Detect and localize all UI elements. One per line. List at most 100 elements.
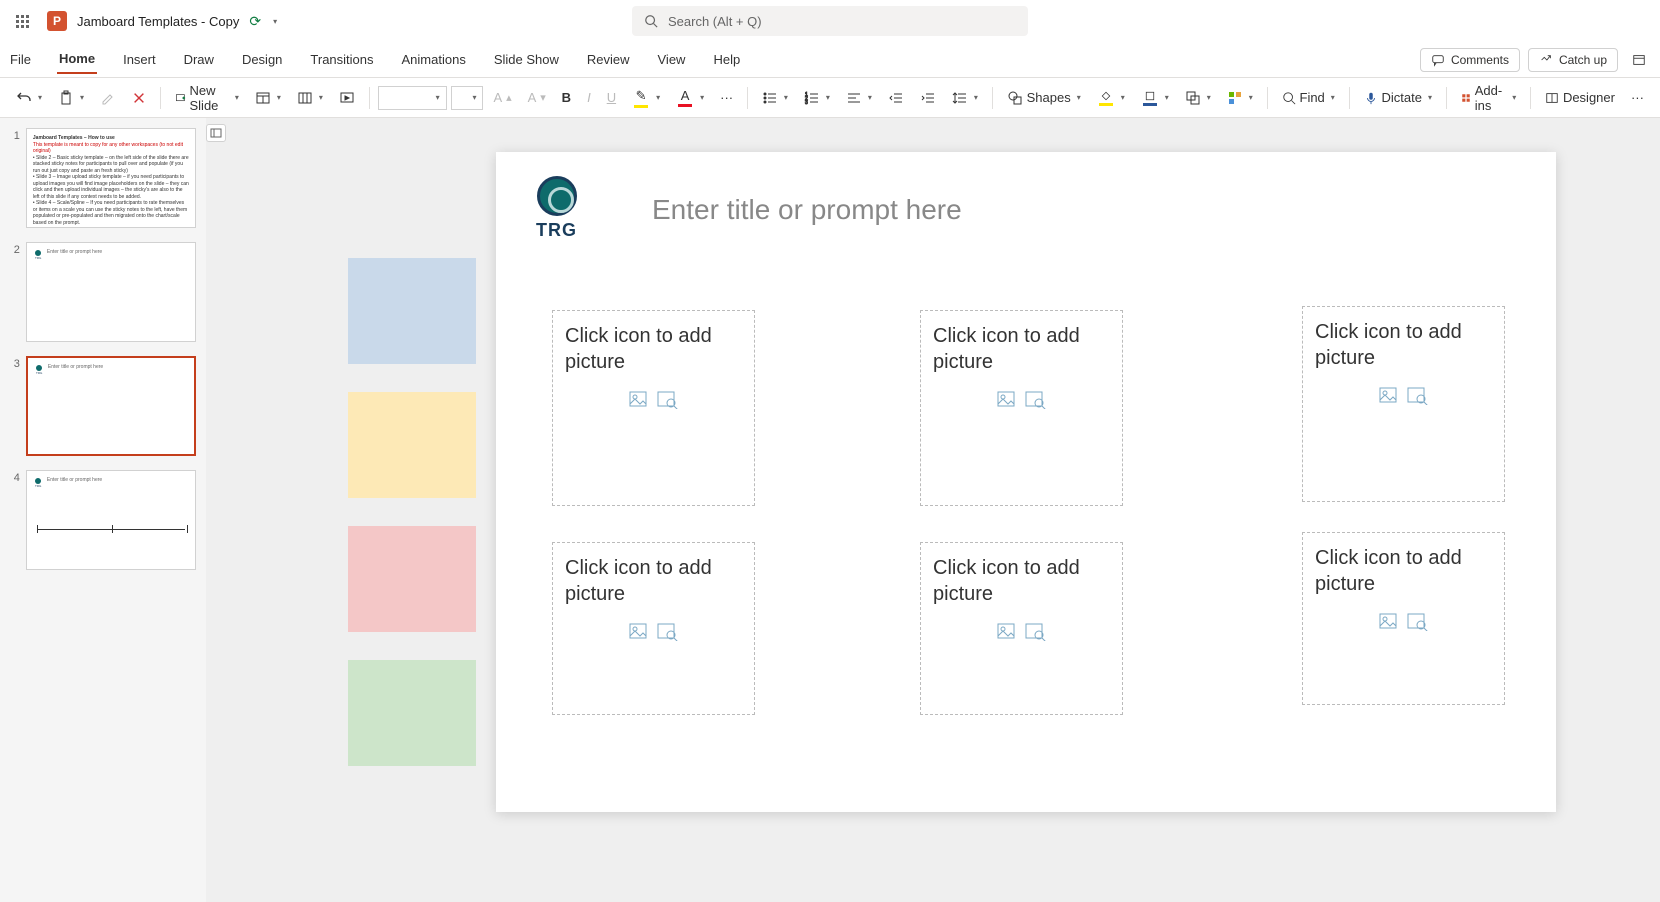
comment-icon (1431, 53, 1445, 67)
picture-icon (629, 621, 651, 641)
shape-outline-button[interactable]: ▾ (1135, 86, 1175, 110)
tab-review[interactable]: Review (585, 46, 632, 73)
picture-icons[interactable] (1379, 611, 1429, 631)
x-icon (132, 91, 146, 105)
picture-label: Click icon to add picture (933, 323, 1110, 375)
more-font-button[interactable]: ··· (714, 86, 739, 109)
thumbnail-4[interactable]: TRG Enter title or prompt here (26, 470, 196, 570)
delete-button[interactable] (126, 87, 152, 109)
indent-decrease-button[interactable] (882, 86, 910, 110)
picture-icon (997, 621, 1019, 641)
dictate-button[interactable]: Dictate▾ (1358, 86, 1438, 109)
paste-button[interactable]: ▾ (52, 86, 90, 110)
collapse-thumbnails-button[interactable] (206, 124, 226, 142)
thumbnail-3[interactable]: TRG Enter title or prompt here (26, 356, 196, 456)
picture-search-icon (1407, 611, 1429, 631)
grid-button[interactable]: ▾ (291, 86, 329, 110)
tab-help[interactable]: Help (711, 46, 742, 73)
tab-animations[interactable]: Animations (400, 46, 468, 73)
addins-button[interactable]: Add-ins▾ (1455, 79, 1522, 117)
chevron-left-icon (210, 128, 222, 138)
picture-label: Click icon to add picture (565, 323, 742, 375)
decrease-font-button[interactable]: A▾ (522, 86, 552, 109)
tab-file[interactable]: File (8, 46, 33, 73)
tab-home[interactable]: Home (57, 45, 97, 74)
sticky-pink[interactable] (348, 526, 476, 632)
picture-label: Click icon to add picture (1315, 319, 1492, 371)
picture-icons[interactable] (629, 621, 679, 641)
tab-view[interactable]: View (656, 46, 688, 73)
sync-icon[interactable]: ⟳ (249, 13, 261, 30)
italic-button[interactable]: I (581, 86, 597, 109)
font-family-select[interactable]: ▾ (378, 86, 447, 110)
picture-icon (997, 389, 1019, 409)
logo-mark-icon (537, 176, 577, 216)
catchup-button[interactable]: Catch up (1528, 48, 1618, 72)
find-button[interactable]: Find▾ (1276, 86, 1341, 109)
present-button[interactable] (333, 86, 361, 110)
picture-placeholder[interactable]: Click icon to add picture (1302, 306, 1505, 502)
present-icon (339, 90, 355, 106)
mini-logo-icon: TRG (33, 249, 43, 259)
format-painter-button[interactable] (94, 86, 122, 110)
ribbon-collapse-button[interactable] (1626, 49, 1652, 71)
bullets-button[interactable]: ▾ (756, 86, 794, 110)
picture-placeholder[interactable]: Click icon to add picture (920, 542, 1123, 715)
comments-button[interactable]: Comments (1420, 48, 1520, 72)
picture-icons[interactable] (1379, 385, 1429, 405)
sticky-green[interactable] (348, 660, 476, 766)
indent-increase-button[interactable] (914, 86, 942, 110)
tab-transitions[interactable]: Transitions (308, 46, 375, 73)
undo-button[interactable]: ▾ (10, 86, 48, 110)
sticky-blue[interactable] (348, 258, 476, 364)
layout-icon (255, 90, 271, 106)
picture-search-icon (1025, 621, 1047, 641)
tab-insert[interactable]: Insert (121, 46, 158, 73)
font-color-button[interactable]: A▾ (670, 84, 710, 111)
designer-button[interactable]: Designer (1539, 86, 1621, 109)
slide-title-placeholder[interactable]: Enter title or prompt here (652, 194, 962, 226)
tab-design[interactable]: Design (240, 46, 284, 73)
slide-canvas-area[interactable]: TRG Enter title or prompt here Click ico… (206, 118, 1660, 902)
trg-logo[interactable]: TRG (536, 176, 577, 241)
picture-placeholder[interactable]: Click icon to add picture (552, 542, 755, 715)
underline-button[interactable]: U (601, 86, 622, 109)
align-button[interactable]: ▾ (840, 86, 878, 110)
thumb-number: 1 (10, 128, 20, 228)
shapes-button[interactable]: Shapes▾ (1001, 86, 1087, 110)
picture-placeholder[interactable]: Click icon to add picture (552, 310, 755, 506)
layout-button[interactable]: ▾ (249, 86, 287, 110)
picture-icons[interactable] (629, 389, 679, 409)
picture-placeholder[interactable]: Click icon to add picture (920, 310, 1123, 506)
numbering-button[interactable]: 123▾ (798, 86, 836, 110)
highlight-button[interactable]: ✎▾ (626, 84, 666, 112)
font-size-select[interactable]: ▾ (451, 86, 484, 110)
tab-draw[interactable]: Draw (182, 46, 216, 73)
title-menu-chevron-icon[interactable]: ▾ (273, 17, 277, 26)
thumbnail-1[interactable]: Jamboard Templates – How to useThis temp… (26, 128, 196, 228)
picture-icons[interactable] (997, 621, 1047, 641)
svg-text:TRG: TRG (35, 256, 42, 259)
powerpoint-icon: P (47, 11, 67, 31)
quick-styles-button[interactable]: ▾ (1221, 86, 1259, 110)
new-slide-icon (175, 90, 186, 106)
picture-icons[interactable] (997, 389, 1047, 409)
increase-font-button[interactable]: A▴ (487, 86, 517, 109)
picture-placeholder[interactable]: Click icon to add picture (1302, 532, 1505, 705)
shape-fill-button[interactable]: ▾ (1091, 86, 1131, 110)
slide[interactable]: TRG Enter title or prompt here Click ico… (496, 152, 1556, 812)
search-input[interactable]: Search (Alt + Q) (632, 6, 1028, 36)
thumbnail-2[interactable]: TRG Enter title or prompt here (26, 242, 196, 342)
mini-logo-icon: TRG (34, 364, 44, 374)
line-spacing-button[interactable]: ▾ (946, 86, 984, 110)
bold-button[interactable]: B (556, 86, 577, 109)
app-launcher[interactable] (8, 7, 37, 36)
document-title[interactable]: Jamboard Templates - Copy (77, 14, 239, 29)
tab-slideshow[interactable]: Slide Show (492, 46, 561, 73)
arrange-button[interactable]: ▾ (1179, 86, 1217, 110)
svg-text:TRG: TRG (36, 371, 43, 374)
font-color-icon: A (681, 88, 690, 103)
new-slide-button[interactable]: New Slide▾ (169, 79, 245, 117)
sticky-yellow[interactable] (348, 392, 476, 498)
more-button[interactable]: ··· (1625, 86, 1650, 109)
